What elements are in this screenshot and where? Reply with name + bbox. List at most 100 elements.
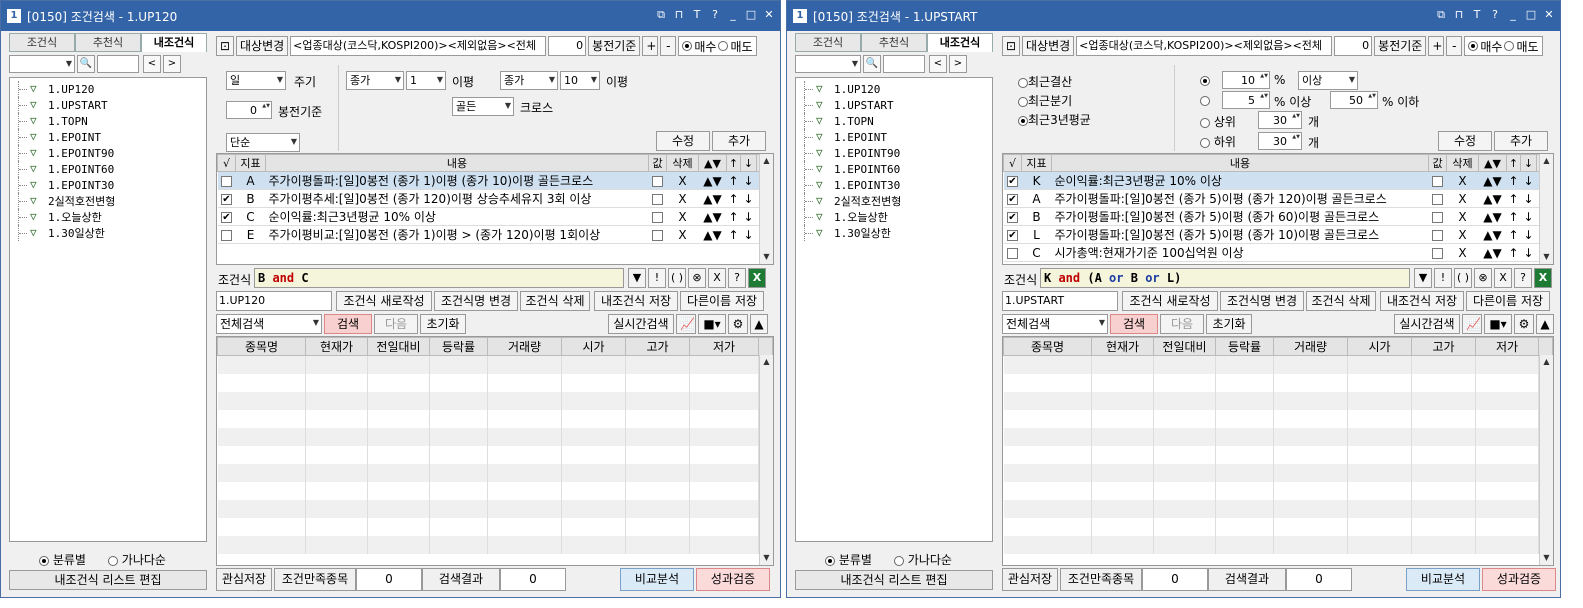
compare-select[interactable]: 이상	[1298, 71, 1358, 90]
excel-icon[interactable]: X	[1534, 268, 1552, 288]
prev-arrow-icon[interactable]: <	[929, 55, 947, 73]
edit-list-button[interactable]: 내조건식 리스트 편집	[9, 570, 207, 590]
not-button[interactable]: !	[1434, 268, 1452, 288]
value-checkbox[interactable]	[1432, 247, 1443, 259]
formula-dropdown-icon[interactable]: ▼	[628, 268, 646, 288]
search-input[interactable]	[883, 55, 925, 73]
performance-verify-button[interactable]: 성과검증	[1482, 568, 1556, 591]
restore-icon[interactable]: ⧉	[1434, 7, 1448, 23]
tab-recommended[interactable]: 추천식	[75, 33, 141, 52]
search-icon[interactable]: 🔍	[77, 55, 95, 73]
buy-radio[interactable]	[1468, 41, 1479, 51]
chart-icon[interactable]: 📈	[676, 314, 696, 334]
mode-select[interactable]: 단순	[226, 133, 300, 152]
minimize-icon[interactable]: _	[1506, 7, 1520, 23]
category-dropdown[interactable]	[9, 55, 75, 73]
tree-item[interactable]: ▽ 2실적호전변형	[800, 193, 988, 209]
condition-row[interactable]: ✔ C 순이익률:최근3년평균 10% 이상 X ▲▼ ↑ ↓	[217, 207, 773, 226]
add-button[interactable]: 추가	[1494, 131, 1548, 151]
save-as-button[interactable]: 다른이름 저장	[1466, 291, 1550, 311]
move-icon[interactable]: ▲▼	[698, 189, 727, 208]
tree-item[interactable]: ▽ 1.UPSTART	[800, 97, 988, 113]
down-arrow-icon[interactable]: ↓	[740, 171, 757, 190]
minus-button[interactable]: -	[1446, 36, 1463, 56]
row-checkbox[interactable]: ✔	[1007, 229, 1018, 241]
rename-condition-button[interactable]: 조건식명 변경	[434, 291, 518, 311]
search-icon[interactable]: 🔍	[863, 55, 881, 73]
gear-icon[interactable]: ⚙	[1514, 314, 1534, 334]
next-button[interactable]: 다음	[374, 314, 418, 334]
value-checkbox[interactable]	[652, 211, 663, 223]
move-icon[interactable]: ▲▼	[698, 207, 727, 226]
modify-button[interactable]: 수정	[656, 131, 710, 151]
recent-settlement-radio[interactable]: 최근결산	[1018, 73, 1072, 90]
tab-my-conditions[interactable]: 내조건식	[927, 33, 993, 52]
change-target-button[interactable]: 대상변경	[1022, 36, 1075, 56]
realtime-search-button[interactable]: 실시간검색	[608, 314, 674, 334]
pin-icon[interactable]: ⊓	[672, 7, 686, 23]
top-n-radio[interactable]: 상위	[1200, 113, 1236, 130]
sell-radio[interactable]	[718, 41, 729, 51]
value-checkbox[interactable]	[652, 229, 663, 241]
gear-icon[interactable]: ⚙	[728, 314, 748, 334]
sort-by-category-radio[interactable]: 분류별	[39, 551, 86, 568]
tree-item[interactable]: ▽ 1.EPOINT30	[800, 177, 988, 193]
search-input[interactable]	[97, 55, 139, 73]
condition-row[interactable]: ✔ B 주가이평추세:[일]0봉전 (종가 120)이평 상승추세유지 3회 이상 X…	[217, 189, 773, 208]
condition-row[interactable]: ✔ L 주가이평돌파:[일]0봉전 (종가 5)이평 (종가 10)이평 골든크로스…	[1003, 225, 1553, 244]
condition-row[interactable]: E 주가이평비교:[일]0봉전 (종가 1)이평 > (종가 120)이평 1회이…	[217, 225, 773, 244]
close-icon[interactable]: ✕	[1542, 7, 1556, 23]
move-icon[interactable]: ▲▼	[698, 225, 727, 244]
tree-item[interactable]: ▽ 2실적호전변형	[14, 193, 202, 209]
condition-name-input[interactable]: 1.UP120	[216, 291, 332, 311]
minimize-icon[interactable]: _	[726, 7, 740, 23]
tree-item[interactable]: ▽ 1.30일상한	[14, 225, 202, 241]
edit-list-button[interactable]: 내조건식 리스트 편집	[795, 570, 993, 590]
tree-item[interactable]: ▽ 1.EPOINT	[800, 129, 988, 145]
tree-item[interactable]: ▽ 1.오늘상한	[800, 209, 988, 225]
formula-input[interactable]: B and C	[254, 268, 624, 288]
tree-item[interactable]: ▽ 1.UP120	[14, 81, 202, 97]
results-scrollbar[interactable]: ▲ ▼	[759, 355, 773, 565]
save-interest-button[interactable]: 관심저장	[1002, 568, 1058, 591]
condition-row[interactable]: C 시가총액:현재가기준 100십억원 이상 X ▲▼ ↑ ↓	[1003, 243, 1553, 262]
value-checkbox[interactable]	[652, 175, 663, 187]
rename-condition-button[interactable]: 조건식명 변경	[1220, 291, 1304, 311]
range-max-spin[interactable]: 50	[1330, 91, 1378, 109]
range-radio[interactable]	[1200, 93, 1210, 107]
bong-spin[interactable]: 0	[548, 36, 587, 56]
category-dropdown[interactable]	[795, 55, 861, 73]
compare-analysis-button[interactable]: 비교분석	[620, 568, 694, 591]
reset-button[interactable]: 초기화	[1206, 314, 1252, 334]
tree-item[interactable]: ▽ 1.UP120	[800, 81, 988, 97]
down-arrow-icon[interactable]: ↓	[740, 225, 757, 244]
tree-item[interactable]: ▽ 1.TOPN	[14, 113, 202, 129]
down-arrow-icon[interactable]: ↓	[1520, 225, 1537, 244]
excel-icon[interactable]: X	[748, 268, 766, 288]
col-rate[interactable]: 등락률	[1215, 337, 1274, 356]
scope-select[interactable]: 전체검색	[216, 314, 322, 334]
clear-button[interactable]: X	[708, 268, 726, 288]
title-bar[interactable]: 1 [0150] 조건검색 - 1.UPSTART ⧉ ⊓ T ? _ □ ✕	[787, 1, 1560, 31]
help-icon[interactable]: ?	[1488, 7, 1502, 23]
up-arrow-icon[interactable]: ↑	[726, 207, 741, 226]
down-arrow-icon[interactable]: ↓	[1520, 207, 1537, 226]
menu-dropdown-icon[interactable]: ■▾	[1484, 314, 1512, 334]
move-icon[interactable]: ▲▼	[698, 171, 727, 190]
ma1-select[interactable]: 1	[406, 71, 446, 90]
save-interest-button[interactable]: 관심저장	[216, 568, 272, 591]
help-icon[interactable]: ?	[708, 7, 722, 23]
target-text[interactable]: <업종대상(코스닥,KOSPI200)><제외없음><전체	[290, 36, 547, 56]
bongjeon-spin[interactable]: 0	[226, 101, 272, 119]
tree-item[interactable]: ▽ 1.UPSTART	[14, 97, 202, 113]
tree-item[interactable]: ▽ 1.EPOINT90	[800, 145, 988, 161]
tab-conditions[interactable]: 조건식	[9, 33, 75, 52]
maximize-icon[interactable]: □	[1524, 7, 1538, 23]
tab-recommended[interactable]: 추천식	[861, 33, 927, 52]
sell-radio[interactable]	[1504, 41, 1515, 51]
col-open[interactable]: 시가	[561, 337, 626, 356]
change-target-button[interactable]: 대상변경	[236, 36, 289, 56]
move-icon[interactable]: ▲▼	[1478, 189, 1507, 208]
plus-button[interactable]: +	[1428, 36, 1445, 56]
condition-row[interactable]: ✔ K 순이익률:최근3년평균 10% 이상 X ▲▼ ↑ ↓	[1003, 171, 1553, 190]
